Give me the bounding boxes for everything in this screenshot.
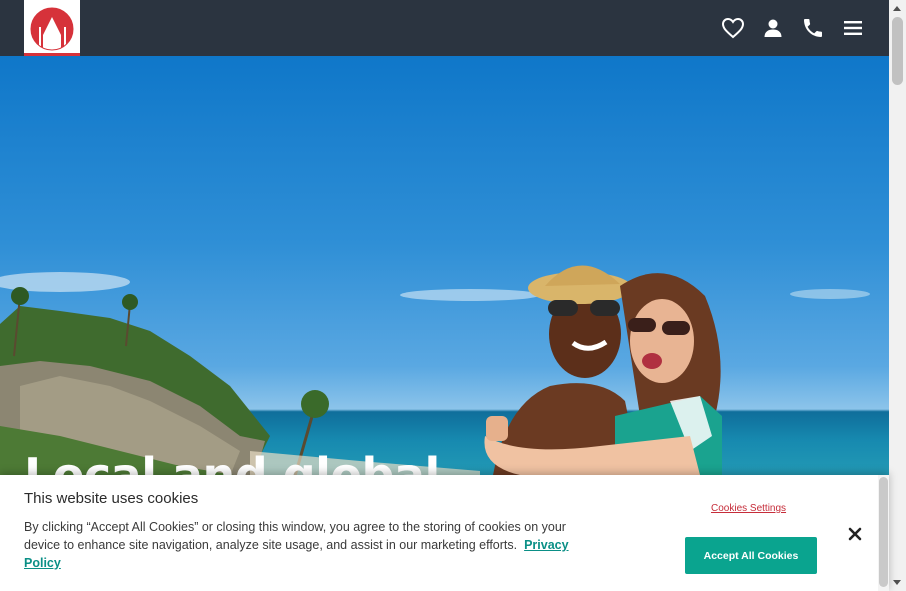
cookie-banner-text: By clicking “Accept All Cookies” or clos… bbox=[24, 518, 584, 572]
user-icon[interactable] bbox=[761, 16, 785, 40]
cookie-banner-scrollbar[interactable] bbox=[878, 475, 889, 591]
site-logo[interactable] bbox=[24, 0, 80, 56]
cookie-banner: This website uses cookies By clicking “A… bbox=[0, 475, 889, 591]
page-scroll-thumb[interactable] bbox=[892, 17, 903, 85]
phone-icon[interactable] bbox=[801, 16, 825, 40]
page-scrollbar[interactable] bbox=[889, 0, 906, 591]
site-header bbox=[0, 0, 889, 56]
scroll-up-arrow-icon[interactable] bbox=[893, 6, 901, 11]
cookie-description: By clicking “Accept All Cookies” or clos… bbox=[24, 520, 566, 552]
cookie-banner-scroll-thumb[interactable] bbox=[879, 477, 888, 587]
heart-icon[interactable] bbox=[721, 16, 745, 40]
close-icon[interactable] bbox=[846, 525, 864, 543]
menu-icon[interactable] bbox=[841, 16, 865, 40]
cookies-settings-link[interactable]: Cookies Settings bbox=[711, 503, 786, 514]
scroll-down-arrow-icon[interactable] bbox=[893, 580, 901, 585]
mosque-skyline-logo bbox=[30, 7, 74, 51]
cookie-banner-title: This website uses cookies bbox=[24, 490, 199, 507]
accept-all-cookies-button[interactable]: Accept All Cookies bbox=[685, 537, 817, 574]
